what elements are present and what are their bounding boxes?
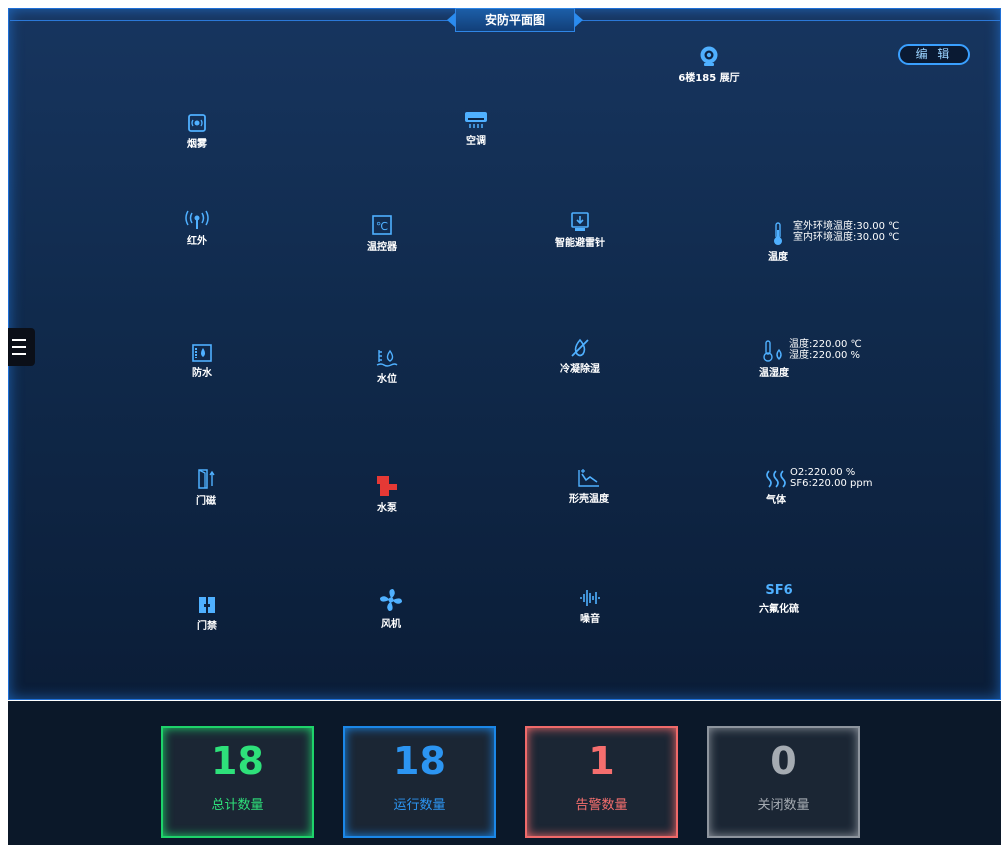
lightning-rod-icon <box>571 212 589 231</box>
reading-line: 湿度:220.00 % <box>789 350 861 361</box>
total-count-value: 18 <box>211 739 264 783</box>
total-count-label: 总计数量 <box>211 798 264 813</box>
sf6-icon: SF6 <box>765 583 793 598</box>
device-label: 温度 <box>768 252 788 263</box>
total-count-card[interactable]: 18 总计数量 <box>161 726 314 838</box>
water-level-icon <box>376 349 398 367</box>
closed-count-label: 关闭数量 <box>757 798 810 813</box>
closed-count-card[interactable]: 0 关闭数量 <box>707 726 860 838</box>
device-label: 门禁 <box>197 621 217 632</box>
menu-toggle-button[interactable] <box>8 328 35 366</box>
running-count-card[interactable]: 18 运行数量 <box>343 726 496 838</box>
menu-icon-bar <box>12 353 26 355</box>
temperature-readout: 室外环境温度:30.00 ℃ 室内环境温度:30.00 ℃ <box>793 221 899 243</box>
svg-text:℃: ℃ <box>376 220 388 233</box>
title-divider-right <box>580 20 1000 21</box>
edit-button[interactable]: 编 辑 <box>898 44 970 65</box>
door-magnet-icon <box>198 469 215 489</box>
thermostat-icon: ℃ <box>372 215 392 235</box>
fan-icon <box>380 589 402 611</box>
closed-count-value: 0 <box>770 739 797 783</box>
humiture-icon <box>763 340 782 362</box>
device-label: 温控器 <box>367 242 397 253</box>
ac-device[interactable]: 空调 <box>431 110 521 147</box>
thermostat-device[interactable]: ℃ 温控器 <box>337 214 427 253</box>
device-label: 水泵 <box>377 503 397 514</box>
gas-readout: O2:220.00 % SF6:220.00 ppm <box>790 467 872 489</box>
infrared-icon <box>185 210 209 229</box>
smoke-detector-icon <box>188 114 206 132</box>
device-label: 门磁 <box>196 496 216 507</box>
device-label: 形壳温度 <box>569 494 609 505</box>
access-control-device[interactable]: 门禁 <box>162 595 252 632</box>
title-divider-left <box>10 20 450 21</box>
sf6-device[interactable]: SF6 六氟化硫 <box>734 583 824 615</box>
noise-wave-icon <box>580 590 600 606</box>
dehumidify-icon <box>571 338 589 357</box>
device-label: 烟雾 <box>187 139 207 150</box>
smoke-device[interactable]: 烟雾 <box>152 113 242 150</box>
device-label: 水位 <box>377 374 397 385</box>
water-level-device[interactable]: 水位 <box>342 348 432 385</box>
device-label: 温湿度 <box>759 368 789 379</box>
device-label: 冷凝除湿 <box>560 364 600 375</box>
reading-line: SF6:220.00 ppm <box>790 478 873 489</box>
infrared-device[interactable]: 红外 <box>152 210 242 247</box>
shell-temperature-icon <box>578 469 599 487</box>
alarm-count-card[interactable]: 1 告警数量 <box>525 726 678 838</box>
air-conditioner-icon <box>465 112 487 128</box>
alarm-count-label: 告警数量 <box>575 798 628 813</box>
pump-device[interactable]: 水泵 <box>342 475 432 514</box>
water-pump-icon <box>377 476 397 496</box>
alarm-count-value: 1 <box>588 739 615 783</box>
device-label: 空调 <box>466 136 486 147</box>
device-label: 智能避雷针 <box>555 238 605 249</box>
device-label: 风机 <box>381 619 401 630</box>
noise-device[interactable]: 噪音 <box>545 588 635 625</box>
access-control-icon <box>199 597 215 613</box>
waterproof-icon <box>192 344 212 362</box>
door-magnet-device[interactable]: 门磁 <box>161 468 251 507</box>
camera-device[interactable]: 6楼185 展厅 <box>664 45 754 84</box>
menu-icon <box>12 339 26 341</box>
device-label: 噪音 <box>580 614 600 625</box>
lightning-rod-device[interactable]: 智能避雷针 <box>535 212 625 249</box>
waterproof-device[interactable]: 防水 <box>157 344 247 379</box>
humiture-readout: 温度:220.00 ℃ 湿度:220.00 % <box>789 339 862 361</box>
thermometer-icon <box>774 222 782 245</box>
device-label: 红外 <box>187 236 207 247</box>
running-count-value: 18 <box>393 739 446 783</box>
gas-icon <box>766 470 786 488</box>
reading-line: 室外环境温度:30.00 ℃ <box>793 221 900 232</box>
device-label: 六氟化硫 <box>759 604 799 615</box>
shell-temperature-device[interactable]: 形壳温度 <box>544 468 634 505</box>
page-title: 安防平面图 <box>447 8 583 32</box>
camera-icon <box>700 46 718 66</box>
running-count-label: 运行数量 <box>393 798 446 813</box>
dehumidifier-device[interactable]: 冷凝除湿 <box>535 338 625 375</box>
reading-line: 室内环境温度:30.00 ℃ <box>793 232 900 243</box>
device-label: 气体 <box>766 495 786 506</box>
reading-line: 温度:220.00 ℃ <box>789 339 862 350</box>
menu-icon-bar <box>12 346 26 348</box>
fan-device[interactable]: 风机 <box>346 587 436 630</box>
location-label: 6楼185 展厅 <box>678 73 740 84</box>
device-label: 防水 <box>192 368 212 379</box>
reading-line: O2:220.00 % <box>790 467 856 478</box>
